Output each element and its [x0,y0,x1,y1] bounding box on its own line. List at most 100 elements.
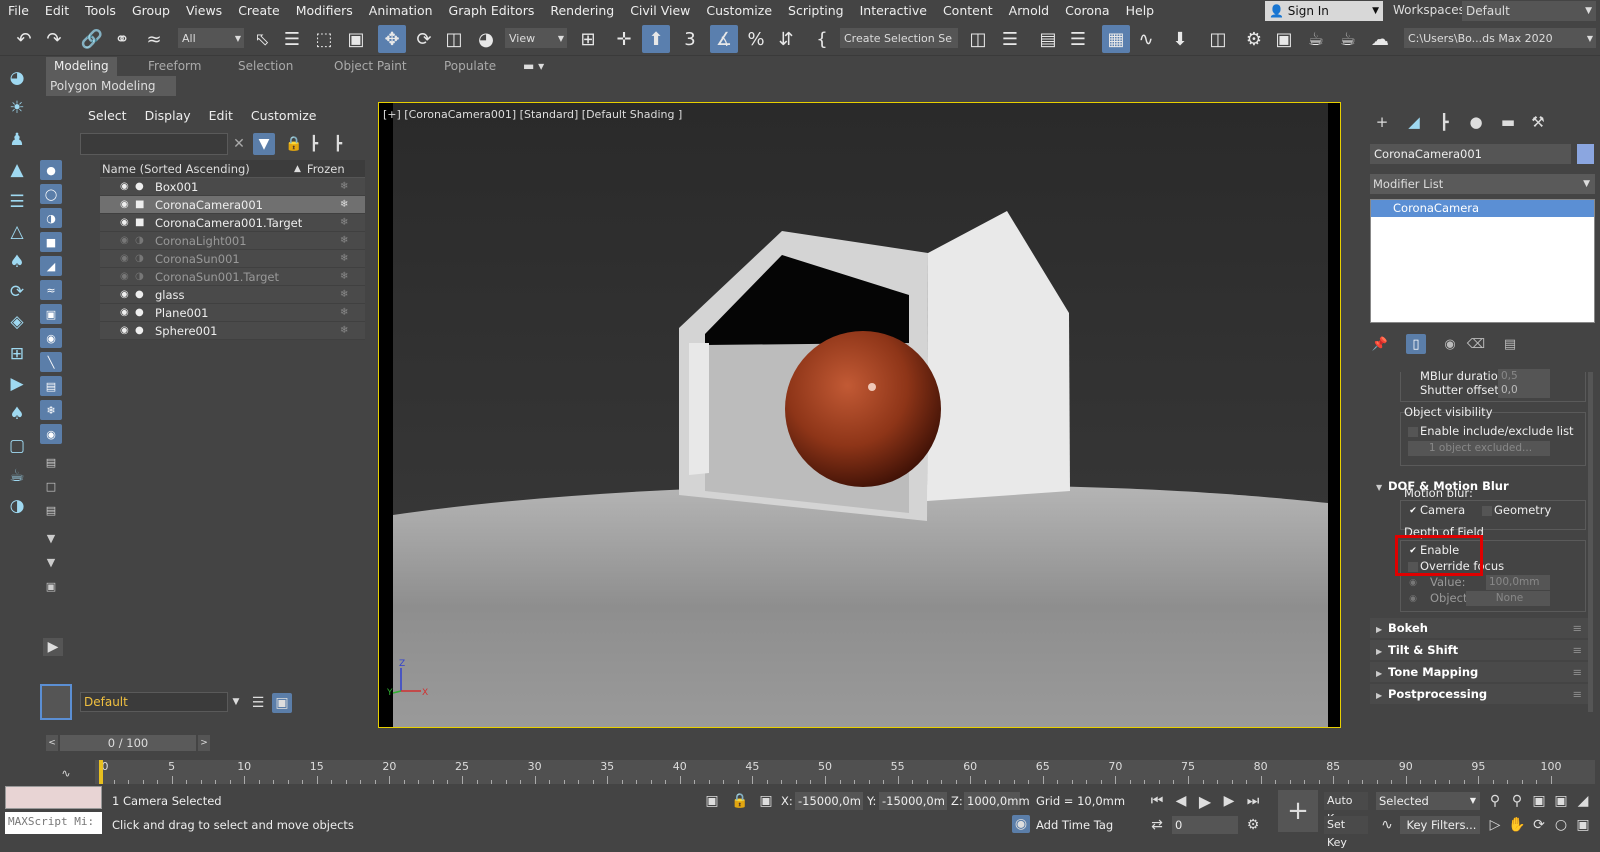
cone-icon[interactable]: △ [5,220,29,244]
align-icon[interactable]: ☰ [996,25,1024,53]
percent-snap-icon[interactable]: % [742,25,770,53]
z-coordinate-field[interactable]: 1000,0mm [964,792,1030,810]
hidden-eye-icon[interactable]: ◉ [120,271,132,282]
utilities-tab-icon[interactable]: ⚒ [1524,110,1552,134]
sign-in-dropdown[interactable]: 👤 Sign In ▼ [1265,1,1383,21]
mblur-duration-spinner[interactable]: 0,5 [1498,369,1550,384]
selection-lock-icon[interactable]: 🔒 [731,792,749,810]
focus-object-radio[interactable]: ◉ [1408,594,1418,604]
time-configuration-icon[interactable]: ⚙ [1244,816,1262,834]
window-crossing-icon[interactable]: ▣ [342,25,370,53]
set-key-icon[interactable]: + [1278,790,1318,832]
invert-display-icon[interactable]: ▤ [40,500,62,520]
key-filters-button[interactable]: Key Filters... [1400,816,1480,834]
go-to-start-icon[interactable]: ⏮ [1148,792,1166,810]
modifier-stack-item[interactable]: CoronaCamera [1371,200,1594,217]
scene-row[interactable]: ◉ ● Plane001 ❄ [100,304,365,322]
select-by-name-icon[interactable]: ☰ [278,25,306,53]
display-tab-icon[interactable]: ▬ [1494,110,1522,134]
bulb-icon[interactable]: ◑ [5,494,29,518]
display-helpers-icon[interactable]: ◢ [40,256,62,276]
motion-blur-geometry-checkbox[interactable] [1482,506,1492,516]
curve-editor-icon[interactable]: ∿ [1132,25,1160,53]
bind-space-warp-icon[interactable]: ≈ [140,25,168,53]
display-space-warps-icon[interactable]: ≈ [40,280,62,300]
list-icon[interactable]: ☰ [5,190,29,214]
add-time-tag[interactable]: Add Time Tag [1036,818,1113,832]
placement-icon[interactable]: ◕ [472,25,500,53]
pin-stack-icon[interactable]: 📌 [1370,334,1390,354]
layers-icon[interactable]: ☰ [248,693,268,713]
clear-search-icon[interactable]: ✕ [231,136,247,152]
undo-icon[interactable]: ↶ [10,25,38,53]
reference-coordinate-dropdown[interactable]: View ▼ [505,28,567,48]
se-menu-customize[interactable]: Customize [251,108,317,123]
menu-create[interactable]: Create [230,0,288,22]
roll-camera-icon[interactable]: ○ [1552,816,1570,834]
menu-scripting[interactable]: Scripting [780,0,852,22]
ribbon-tab-modeling[interactable]: Modeling [46,57,117,76]
include-exclude-checkbox[interactable] [1408,427,1418,437]
create-tab-icon[interactable]: + [1368,110,1396,134]
timeline-track[interactable]: 0 5 10 15 20 25 30 35 40 45 50 55 60 65 70 75 80 85 90 95 10… [95,760,1595,784]
visibility-eye-icon[interactable]: ◉ [120,289,132,300]
menu-graph-editors[interactable]: Graph Editors [441,0,543,22]
menu-animation[interactable]: Animation [361,0,441,22]
frozen-icon[interactable]: ❄ [340,235,348,246]
objects-excluded-button[interactable]: 1 object excluded... [1408,441,1550,456]
render-setup-icon[interactable]: ⚙ [1240,25,1268,53]
default-in-out-tangents-icon[interactable]: ∿ [1378,816,1396,834]
frozen-icon[interactable]: ❄ [340,217,348,228]
key-mode-icon[interactable]: ⇄ [1148,816,1166,834]
select-and-rotate-icon[interactable]: ⟳ [410,25,438,53]
hierarchy-tab-icon[interactable]: ┣ [1430,110,1458,134]
create-light-icon[interactable]: ◕ [5,66,29,90]
render-in-cloud-icon[interactable]: ☁ [1366,25,1394,53]
field-of-view-icon[interactable]: ◢ [1574,792,1592,810]
focus-value-spinner[interactable]: 100,0mm [1486,575,1550,590]
select-manipulate-icon[interactable]: ✛ [610,25,638,53]
scene-row[interactable]: ◉ ● Box001 ❄ [100,178,365,196]
column-frozen-header[interactable]: Frozen [307,162,345,176]
chevron-down-icon[interactable]: ▼ [230,694,242,710]
snaps-toggle-icon[interactable]: 3 [676,25,704,53]
x-coordinate-field[interactable]: -15000,0m [795,792,863,810]
scene-explorer-toggle-icon[interactable]: ▣ [272,693,292,713]
current-frame-marker[interactable] [99,760,103,784]
named-selection-set-dropdown[interactable]: Create Selection Se [840,28,958,48]
panel-scrollbar[interactable] [1588,372,1593,712]
pan-view-icon[interactable]: ✋ [1508,816,1526,834]
se-menu-select[interactable]: Select [88,108,127,123]
visibility-eye-icon[interactable]: ◉ [120,307,132,318]
set-key-button[interactable]: Set Key [1324,816,1368,849]
local-filter-icon[interactable]: ▣ [40,576,62,596]
menu-modifiers[interactable]: Modifiers [288,0,361,22]
frozen-icon[interactable]: ❄ [340,253,348,264]
tone-mapping-rollout[interactable]: ▶ Tone Mapping ≡ [1370,662,1588,682]
isolate-selection-icon[interactable]: ▣ [703,792,721,810]
zoom-icon[interactable]: ⚲ [1486,792,1504,810]
paint-icon[interactable]: ◈ [5,310,29,334]
menu-civil-view[interactable]: Civil View [622,0,698,22]
display-geometry-icon[interactable]: ● [40,160,62,180]
frozen-icon[interactable]: ❄ [340,271,348,282]
modify-tab-icon[interactable]: ◢ [1400,110,1428,134]
maxscript-mini-listener[interactable]: MAXScript Mi: [5,812,102,834]
zoom-all-icon[interactable]: ⚲ [1508,792,1526,810]
configure-modifier-sets-icon[interactable]: ▤ [1500,334,1520,354]
sync-selection-icon[interactable]: ▼ [40,528,62,548]
ribbon-tab-populate[interactable]: Populate [436,57,504,76]
keyboard-shortcut-override-icon[interactable]: ⬆ [642,25,670,53]
ribbon-tab-selection[interactable]: Selection [230,57,301,76]
menu-help[interactable]: Help [1118,0,1163,22]
menu-interactive[interactable]: Interactive [852,0,935,22]
menu-rendering[interactable]: Rendering [542,0,622,22]
filter-funnel-icon[interactable]: ▼ [40,552,62,572]
display-hidden-icon[interactable]: ◉ [40,424,62,444]
frozen-icon[interactable]: ❄ [340,181,348,192]
schematic-view-icon[interactable]: ◫ [1204,25,1232,53]
menu-corona[interactable]: Corona [1057,0,1117,22]
visibility-eye-icon[interactable]: ◉ [120,199,132,210]
named-selection-sets-icon[interactable]: { [808,25,836,53]
rotate-icon[interactable]: ⟳ [5,280,29,304]
